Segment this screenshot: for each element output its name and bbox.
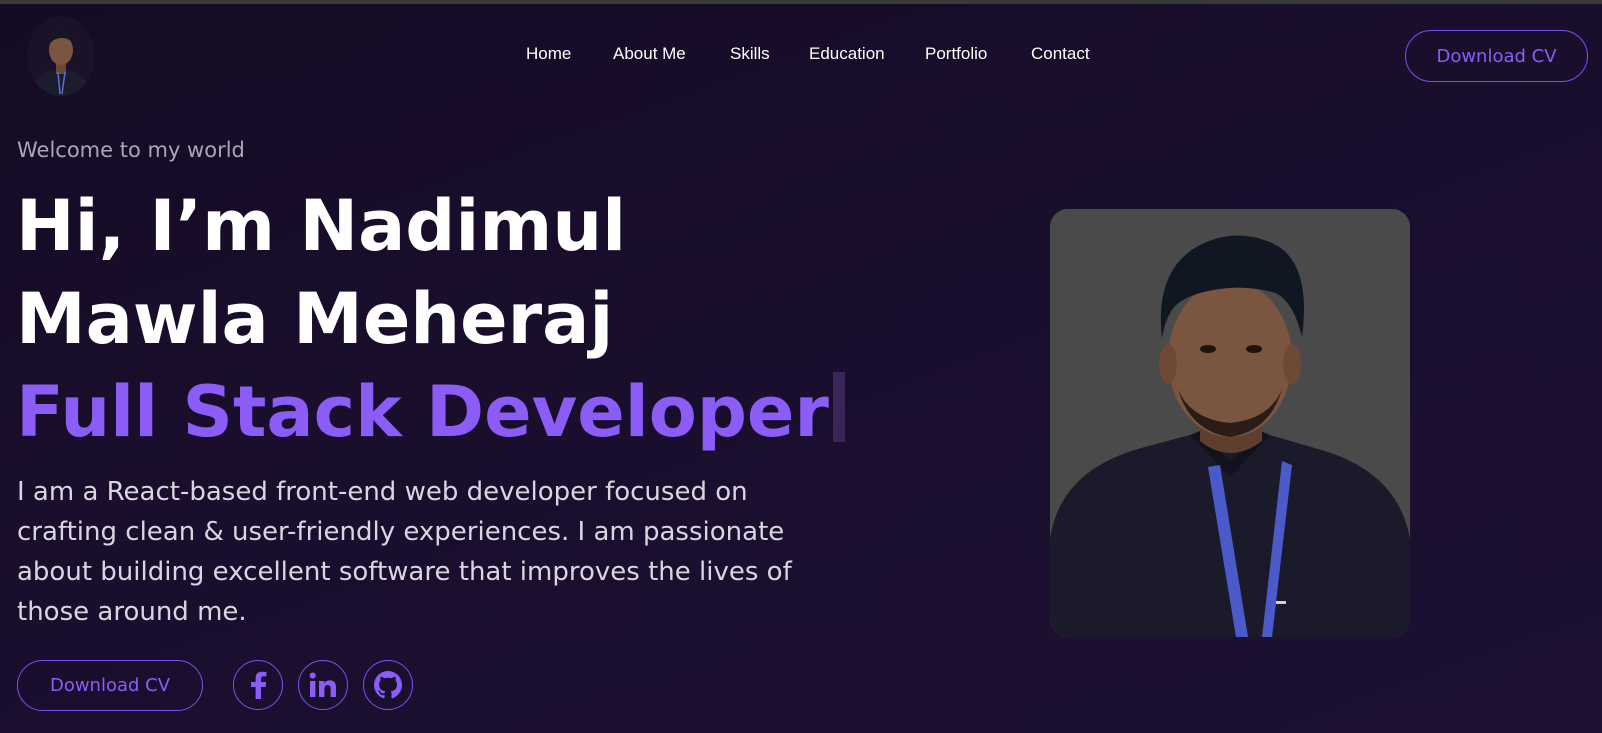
role-text: Full Stack Developer	[16, 371, 829, 453]
hero-download-cv-button[interactable]: Download CV	[17, 660, 203, 711]
nav-link-skills[interactable]: Skills	[730, 44, 770, 64]
typing-cursor	[832, 372, 845, 442]
greeting-line-2: Mawla Meheraj	[16, 278, 614, 360]
profile-photo	[1050, 209, 1410, 637]
nav-link-education[interactable]: Education	[809, 44, 885, 64]
github-icon	[374, 671, 402, 699]
header-download-cv-button[interactable]: Download CV	[1405, 30, 1588, 82]
hero-description: I am a React-based front-end web develop…	[17, 477, 792, 627]
nav-link-home[interactable]: Home	[526, 44, 571, 64]
greeting-line-1: Hi, I’m Nadimul	[16, 185, 627, 267]
window-top-border	[0, 0, 1602, 4]
github-link[interactable]	[363, 660, 413, 710]
main-nav: Home About Me Skills Education Portfolio…	[0, 44, 1602, 68]
facebook-link[interactable]	[233, 660, 283, 710]
facebook-icon	[251, 671, 267, 699]
hero-heading: Hi, I’m Nadimul Mawla Meheraj Full Stack…	[16, 180, 845, 459]
nav-link-portfolio[interactable]: Portfolio	[925, 44, 987, 64]
nav-link-about-me[interactable]: About Me	[613, 44, 686, 64]
linkedin-link[interactable]	[298, 660, 348, 710]
nav-link-contact[interactable]: Contact	[1031, 44, 1090, 64]
role-line: Full Stack Developer	[16, 366, 845, 459]
linkedin-icon	[309, 672, 336, 697]
welcome-text: Welcome to my world	[17, 138, 245, 162]
